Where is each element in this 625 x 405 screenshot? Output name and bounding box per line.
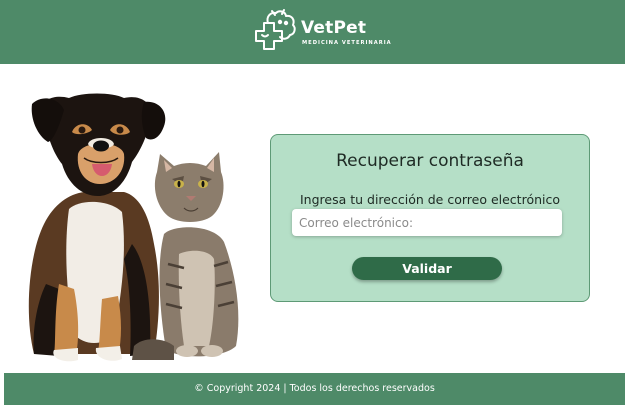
email-input[interactable]: [292, 209, 562, 236]
validate-button[interactable]: Validar: [352, 257, 502, 280]
card-title: Recuperar contraseña: [336, 151, 524, 171]
copyright-text: © Copyright 2024 | Todos los derechos re…: [194, 383, 435, 394]
site-footer: © Copyright 2024 | Todos los derechos re…: [4, 373, 625, 405]
email-label: Ingresa tu dirección de correo electróni…: [299, 192, 561, 207]
brand-logo[interactable]: VetPet MEDICINA VETERINARIA: [250, 9, 392, 55]
brand-name: VetPet: [301, 18, 367, 38]
pet-cross-logo-icon: [255, 9, 296, 50]
dog-and-cat-photo: [28, 93, 239, 362]
brand-tagline: MEDICINA VETERINARIA: [302, 40, 392, 46]
recover-password-card: Recuperar contraseña Ingresa tu direcció…: [270, 134, 590, 302]
site-header: VetPet MEDICINA VETERINARIA: [0, 0, 625, 64]
